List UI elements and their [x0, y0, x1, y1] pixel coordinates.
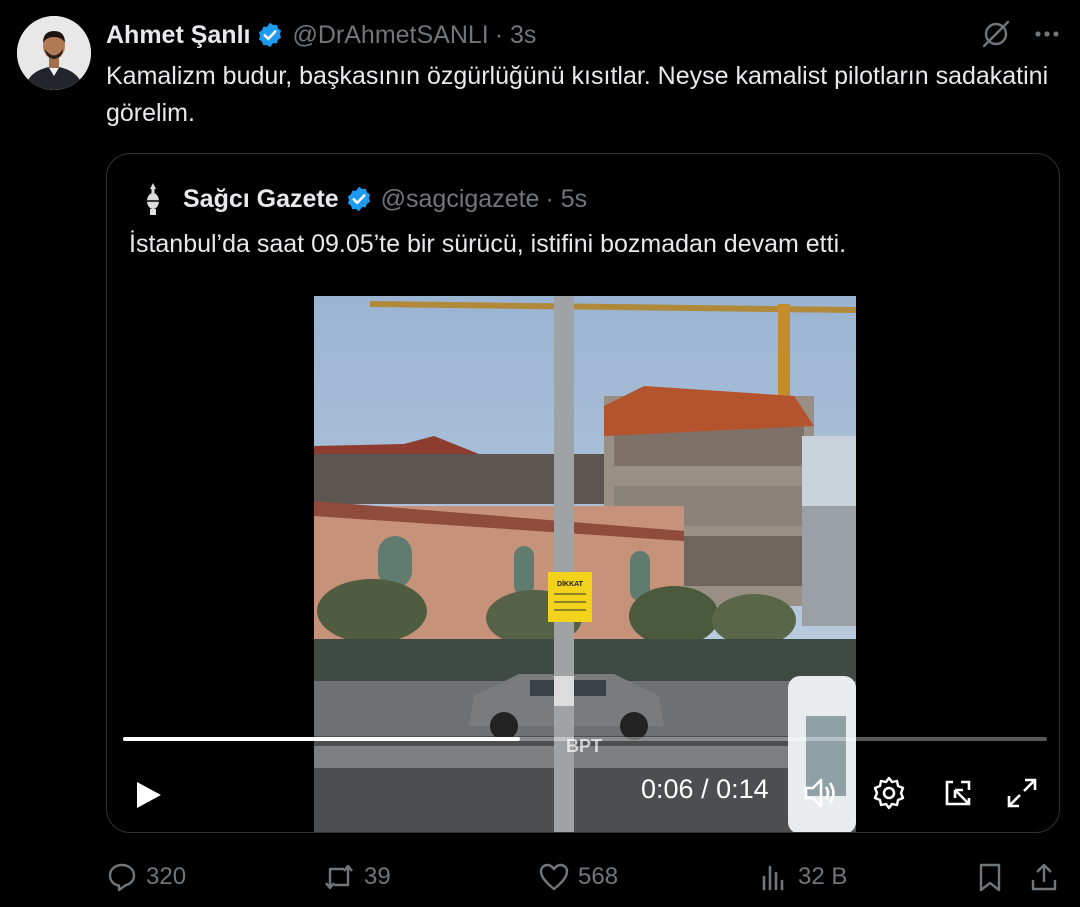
verified-badge-icon	[256, 21, 284, 49]
heart-icon	[539, 863, 569, 891]
verified-badge-icon	[345, 185, 373, 213]
quoted-header: Sağcı Gazete @sagcigazete · 5s	[137, 181, 587, 217]
tweet-time[interactable]: · 3s	[495, 21, 537, 50]
quoted-tweet[interactable]: Sağcı Gazete @sagcigazete · 5s İstanbul’…	[106, 153, 1060, 833]
reply-icon	[108, 863, 136, 892]
video-duration: 0:14	[716, 774, 769, 804]
share-icon	[1031, 863, 1057, 891]
reply-count: 320	[146, 863, 187, 890]
author-handle[interactable]: @DrAhmetSANLI	[292, 21, 488, 50]
quoted-author-handle[interactable]: @sagcigazete	[381, 185, 540, 214]
views-icon	[762, 865, 784, 891]
video-time-separator: /	[701, 774, 709, 804]
tweet-text: Kamalizm budur, başkasının özgürlüğünü k…	[106, 62, 1049, 127]
like-button[interactable]: 568	[538, 857, 618, 897]
volume-icon	[804, 778, 835, 808]
share-button[interactable]	[1028, 857, 1060, 897]
avatar-image	[17, 16, 91, 90]
bookmark-button[interactable]	[974, 857, 1006, 897]
pip-button[interactable]	[939, 774, 977, 812]
fullscreen-button[interactable]	[1003, 774, 1041, 812]
repost-count: 39	[364, 863, 391, 890]
tweet-header: Ahmet Şanlı @DrAhmetSANLI · 3s	[106, 18, 536, 52]
tweet-actions: 320 39 568 32 B	[106, 857, 1066, 897]
avatar[interactable]	[17, 16, 91, 90]
quoted-time[interactable]: · 5s	[545, 185, 587, 214]
settings-button[interactable]	[870, 774, 908, 812]
grok-icon[interactable]	[980, 18, 1012, 50]
video-progress-fill	[123, 737, 521, 741]
author-name[interactable]: Ahmet Şanlı	[106, 21, 250, 50]
video-current-time: 0:06	[641, 774, 694, 804]
sign-text: DİKKAT	[557, 580, 584, 588]
views-button[interactable]: 32 B	[758, 857, 847, 897]
quoted-avatar-icon[interactable]	[137, 181, 169, 217]
video-player[interactable]: DİKKAT BPT	[314, 296, 856, 832]
video-time: 0:06 / 0:14	[641, 774, 769, 805]
gear-icon	[873, 776, 905, 810]
video-frame: DİKKAT BPT	[314, 296, 856, 832]
reply-button[interactable]: 320	[106, 857, 186, 897]
video-progress-bar[interactable]	[123, 737, 1047, 741]
quoted-text: İstanbul’da saat 09.05’te bir sürücü, is…	[129, 230, 847, 258]
play-button[interactable]	[131, 776, 165, 814]
view-count: 32 B	[798, 863, 848, 890]
repost-button[interactable]: 39	[322, 857, 391, 897]
bookmark-icon	[979, 863, 1001, 892]
more-icon[interactable]	[1032, 19, 1062, 49]
repost-icon	[325, 864, 353, 890]
picture-in-picture-icon	[945, 780, 971, 806]
play-icon	[137, 782, 161, 808]
quoted-author-name[interactable]: Sağcı Gazete	[183, 185, 339, 214]
volume-button[interactable]	[801, 774, 839, 812]
fullscreen-icon	[1007, 778, 1037, 808]
tweet-top-actions	[980, 18, 1062, 50]
like-count: 568	[578, 863, 619, 890]
